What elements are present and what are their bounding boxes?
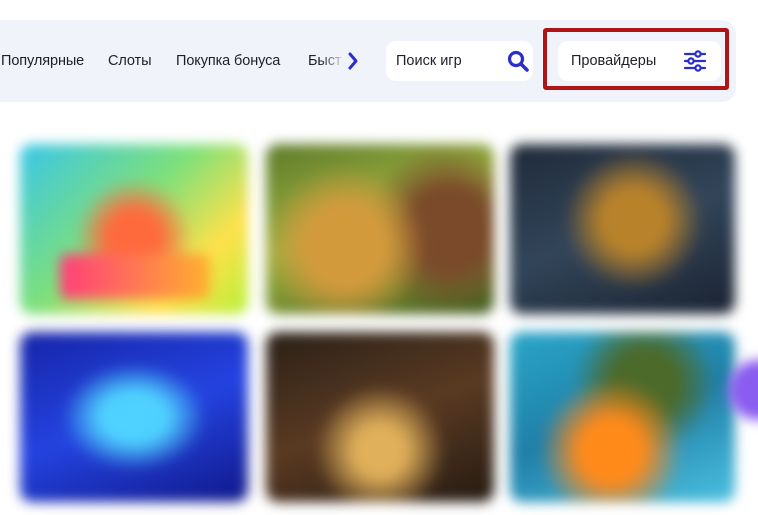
category-tabs: Популярные Слоты Покупка бонуса Быст bbox=[0, 20, 345, 102]
game-card[interactable] bbox=[20, 332, 248, 502]
game-card[interactable] bbox=[266, 144, 494, 314]
tab-slots[interactable]: Слоты bbox=[108, 53, 152, 69]
game-card[interactable] bbox=[510, 144, 735, 314]
search-box bbox=[386, 41, 533, 81]
game-card[interactable] bbox=[20, 144, 248, 314]
providers-label: Провайдеры bbox=[571, 53, 657, 69]
search-input[interactable] bbox=[396, 41, 501, 81]
game-card[interactable] bbox=[266, 332, 494, 502]
providers-button[interactable]: Провайдеры bbox=[558, 41, 721, 81]
tab-popular[interactable]: Популярные bbox=[1, 53, 84, 69]
chevron-right-icon[interactable] bbox=[345, 51, 361, 71]
game-card[interactable] bbox=[510, 332, 735, 502]
sliders-icon bbox=[683, 50, 707, 72]
tab-bonus-buy[interactable]: Покупка бонуса bbox=[176, 53, 280, 69]
search-icon[interactable] bbox=[507, 50, 529, 72]
tabs-fade bbox=[320, 20, 345, 102]
games-grid bbox=[0, 120, 758, 515]
